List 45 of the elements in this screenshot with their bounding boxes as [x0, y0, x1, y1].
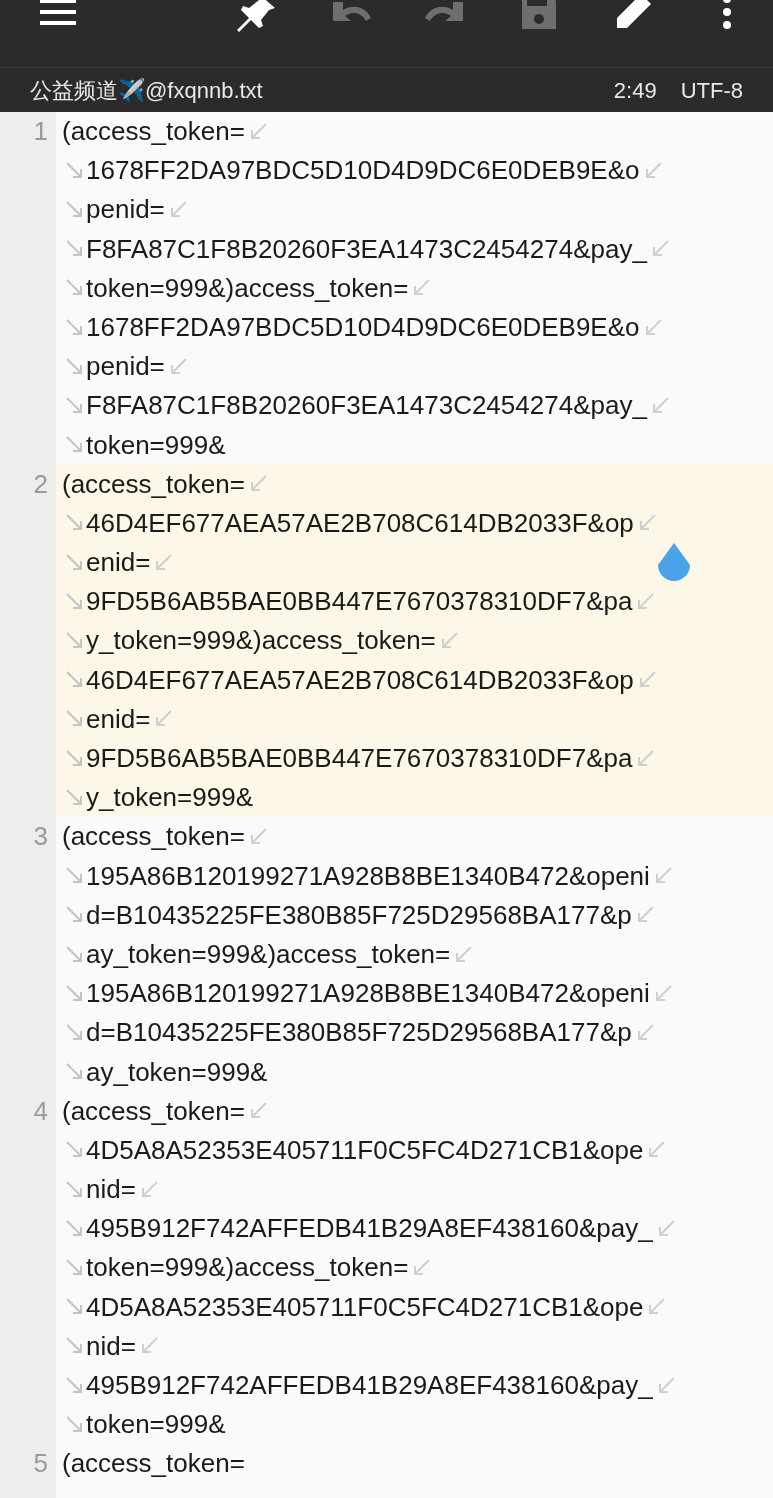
more-icon [722, 0, 732, 30]
code-text: 1678FF2DA97BDC5D10D4D9DC6E0DEB9E&o [86, 154, 640, 188]
code-text: 495B912F742AFFEDB41B29A8EF438160&pay_ [86, 1212, 653, 1246]
code-text: token=999& [86, 1408, 226, 1442]
code-text: 195A86B120199271A928B8BE1340B472&openi [86, 859, 650, 893]
line-number: 4 [32, 1094, 48, 1128]
code-text: 195A86B120199271A928B8BE1340B472&openi [86, 977, 650, 1011]
code-text: ay_token=999&)access_token= [86, 937, 451, 971]
code-text: token=999&)access_token= [86, 271, 409, 305]
cursor-position: 2:49 [613, 76, 657, 105]
code-text: penid= [86, 193, 165, 227]
code-text: (access_token= [62, 1094, 245, 1128]
line-number: 5 [32, 1447, 48, 1481]
code-text: d=B10435225FE380B85F725D29568BA177&p [86, 1016, 632, 1050]
code-text: enid= [86, 702, 151, 736]
line-number: 3 [32, 820, 48, 854]
code-text: ay_token=999& [86, 1055, 268, 1089]
code-text: token=999&)access_token= [86, 1251, 409, 1285]
code-text: nid= [86, 1329, 136, 1363]
code-text: (access_token= [62, 820, 245, 854]
menu-icon [38, 0, 78, 27]
code-text: 4D5A8A52353E405711F0C5FC4D271CB1&ope [86, 1290, 644, 1324]
code-text: 9FD5B6AB5BAE0BB447E7670378310DF7&pa [86, 742, 633, 775]
code-text: F8FA87C1F8B20260F3EA1473C2454274&pay_ [86, 389, 647, 423]
code-text: 1678FF2DA97BDC5D10D4D9DC6E0DEB9E&o [86, 310, 640, 344]
code-text: enid= [86, 546, 151, 580]
code-text: d=B10435225FE380B85F725D29568BA177&p [86, 898, 632, 932]
encoding-label: UTF-8 [680, 76, 743, 105]
code-text: 46D4EF677AEA57AE2B708C614DB2033F&op [86, 663, 634, 697]
code-text: (access_token= [62, 1447, 245, 1481]
code-text: 4D5A8A52353E405711F0C5FC4D271CB1&ope [86, 1133, 644, 1167]
code-text: nid= [86, 1173, 136, 1207]
code-text: y_token=999& [86, 781, 253, 815]
line-number: 2 [32, 467, 48, 501]
code-text: 46D4EF677AEA57AE2B708C614DB2033F&op [86, 506, 634, 540]
code-text: 495B912F742AFFEDB41B29A8EF438160&pay_ [86, 1369, 653, 1402]
code-text: (access_token= [62, 115, 245, 148]
code-text: y_token=999&)access_token= [86, 624, 436, 658]
code-text: F8FA87C1F8B20260F3EA1473C2454274&pay_ [86, 232, 647, 266]
code-text: token=999& [86, 428, 226, 462]
code-text: penid= [86, 350, 165, 384]
code-text: (access_token= [62, 467, 245, 501]
file-name: 公益频道✈@fxqnnb.txt [30, 76, 263, 105]
code-text: 9FD5B6AB5BAE0BB447E7670378310DF7&pa [86, 585, 633, 619]
line-number: 1 [32, 115, 48, 148]
